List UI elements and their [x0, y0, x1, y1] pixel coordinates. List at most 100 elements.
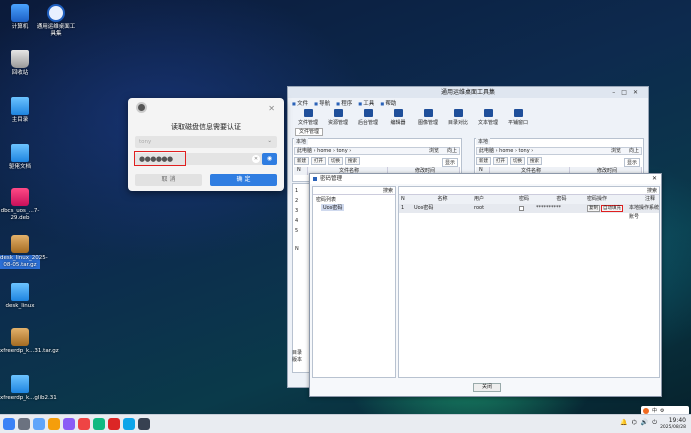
status-dir[interactable]: 目录 — [292, 349, 302, 356]
left-search-button[interactable]: 搜索 — [345, 157, 360, 165]
editor-icon — [393, 109, 403, 117]
launcher-icon[interactable] — [3, 418, 15, 430]
right-show-button[interactable]: 显示 — [623, 158, 640, 167]
copy-button[interactable]: 复制 — [587, 205, 600, 212]
network-icon[interactable]: ⌬ — [632, 419, 637, 427]
folder-icon — [11, 144, 29, 162]
desktop-icon-desk-linux[interactable]: desk_linux — [0, 283, 40, 310]
notification-icon[interactable]: 🔔 — [620, 419, 627, 427]
left-open-button[interactable]: 打开 — [311, 157, 326, 165]
close-icon[interactable]: ✕ — [652, 174, 657, 184]
settings-icon[interactable]: ⚙ — [660, 408, 664, 414]
tool-backend-manager[interactable]: 后台管理 — [356, 109, 380, 126]
power-icon[interactable]: ⏻ — [652, 419, 657, 427]
tree-root[interactable]: 密码列表 — [313, 195, 395, 204]
close-button[interactable]: 关闭 — [473, 383, 501, 392]
window-controls[interactable]: –□✕ — [612, 87, 644, 98]
tool-tile-windows[interactable]: 平铺窗口 — [506, 109, 530, 126]
desktop-icon-label: xfreerdp_k...31.tar.gz — [0, 348, 59, 354]
desktop-icon-label: xfreerdp_k...glib2.31 — [0, 395, 57, 401]
ime-logo-icon — [643, 407, 649, 414]
tab-file-manager[interactable]: 文件管理 — [295, 128, 324, 136]
music-icon[interactable] — [78, 418, 90, 430]
computer-icon — [11, 4, 29, 22]
password-table: 搜索 N 名称 用户 密码 密码 密码操作 注释 1 Uos密码 root **… — [398, 186, 660, 378]
desktop-icon-label: dbcs_uos_...7-29.deb — [0, 208, 40, 221]
autofill-button[interactable]: 自动填充 — [601, 205, 623, 212]
desktop-icon-docs[interactable]: 驱佬文档 — [0, 144, 40, 171]
right-up-button[interactable]: 向上 — [629, 148, 639, 154]
tool-dir-compare[interactable]: 目录对比 — [446, 109, 470, 126]
right-open-button[interactable]: 打开 — [493, 157, 508, 165]
desktop-icon-label: desk_linux — [5, 303, 35, 309]
right-search-button[interactable]: 搜索 — [527, 157, 542, 165]
table-row[interactable]: 1 Uos密码 root ********** 复制 自动填充 本地操作系统账号 — [399, 204, 659, 220]
clear-icon[interactable]: ✕ — [252, 155, 260, 163]
left-new-button[interactable]: 新建 — [294, 157, 309, 165]
left-pane-tab[interactable]: 本地 — [294, 138, 309, 145]
browser-icon[interactable] — [48, 418, 60, 430]
right-switch-button[interactable]: 切换 — [510, 157, 525, 165]
left-switch-button[interactable]: 切换 — [328, 157, 343, 165]
menu-program[interactable]: 程序 — [336, 99, 352, 107]
image-icon — [423, 109, 433, 117]
right-pane-tab[interactable]: 本地 — [476, 138, 491, 145]
monitor-icon — [363, 109, 373, 117]
left-show-button[interactable]: 显示 — [441, 158, 458, 167]
app-store-icon[interactable] — [63, 418, 75, 430]
left-up-button[interactable]: 向上 — [447, 148, 457, 154]
tool-image-manager[interactable]: 图像管理 — [416, 109, 440, 126]
tree-search-button[interactable]: 搜索 — [313, 187, 395, 195]
menu-tools[interactable]: 工具 — [358, 99, 374, 107]
menu-file[interactable]: 文件 — [292, 99, 308, 107]
right-new-button[interactable]: 新建 — [476, 157, 491, 165]
archive-icon — [11, 235, 29, 253]
tool-resource-manager[interactable]: 资源管理 — [326, 109, 350, 126]
tree-item-uos[interactable]: Uos密码 — [321, 204, 345, 211]
app-icon — [47, 4, 65, 22]
desktop-icon-tar-selected[interactable]: desk_linux_2025-08-05.tar.gz — [0, 235, 48, 269]
settings-icon[interactable] — [123, 418, 135, 430]
app-icon[interactable] — [108, 418, 120, 430]
tool-file-manager[interactable]: 文件管理 — [296, 109, 320, 126]
desktop-icon-ops-toolkit[interactable]: 通用运维桌面工具集 — [36, 4, 76, 38]
menu-help[interactable]: 帮助 — [380, 99, 396, 107]
desktop-icon-label: 回收站 — [11, 70, 29, 76]
menu-nav[interactable]: 导航 — [314, 99, 330, 107]
file-manager-icon[interactable] — [33, 418, 45, 430]
close-icon[interactable]: ✕ — [268, 104, 275, 113]
right-path-bar[interactable]: 此电脑 › home › tony › 浏览 向上 — [476, 147, 642, 155]
confirm-button[interactable]: 确 定 — [210, 174, 277, 186]
password-manager-dialog: 密码管理 ✕ 搜索 密码列表 Uos密码 搜索 N 名称 用户 密码 密码 密码… — [309, 173, 662, 397]
desktop-icon-xfreerdp-tar[interactable]: xfreerdp_k...31.tar.gz — [0, 328, 59, 355]
clock[interactable]: 19:40 2025/08/28 — [660, 417, 686, 431]
multitask-icon[interactable] — [18, 418, 30, 430]
password-manager-titlebar[interactable]: 密码管理 ✕ — [310, 174, 661, 184]
main-window-titlebar[interactable]: 通用运维桌面工具集 –□✕ — [288, 87, 648, 98]
password-table-header: N 名称 用户 密码 密码 密码操作 注释 — [399, 195, 659, 204]
taskbar: 🔔 ⌬ 🔊 ⏻ 19:40 2025/08/28 — [0, 414, 691, 433]
desktop-icon-computer[interactable]: 计算机 — [0, 4, 40, 31]
archive-icon — [11, 328, 29, 346]
username-select[interactable]: tony ⌄ — [135, 136, 277, 148]
volume-icon[interactable]: 🔊 — [641, 419, 648, 427]
password-tree: 搜索 密码列表 Uos密码 — [312, 186, 396, 378]
taskbar-apps — [3, 418, 150, 430]
table-search-button[interactable]: 搜索 — [399, 187, 659, 195]
tool-editor[interactable]: 编辑器 — [386, 109, 410, 126]
desktop-icon-trash[interactable]: 回收站 — [0, 50, 40, 77]
left-path-bar[interactable]: 此电脑 › home › tony › 浏览 向上 — [294, 147, 460, 155]
tool-text-manager[interactable]: 文本管理 — [476, 109, 500, 126]
desktop-icon-xfreerdp[interactable]: xfreerdp_k...glib2.31 — [0, 375, 57, 402]
show-password-checkbox[interactable] — [519, 206, 524, 211]
main-window-title: 通用运维桌面工具集 — [440, 89, 495, 96]
cancel-button[interactable]: 取 消 — [135, 174, 202, 186]
right-browse-button[interactable]: 浏览 — [611, 148, 621, 154]
desktop-icon-home[interactable]: 主目录 — [0, 97, 40, 124]
left-browse-button[interactable]: 浏览 — [429, 148, 439, 154]
eye-icon[interactable]: ◉ — [262, 153, 277, 165]
right-pane-actions: 新建 打开 切换 搜索 — [476, 157, 542, 165]
terminal-icon[interactable] — [138, 418, 150, 430]
mail-icon[interactable] — [93, 418, 105, 430]
desktop-icon-deb[interactable]: dbcs_uos_...7-29.deb — [0, 188, 40, 222]
